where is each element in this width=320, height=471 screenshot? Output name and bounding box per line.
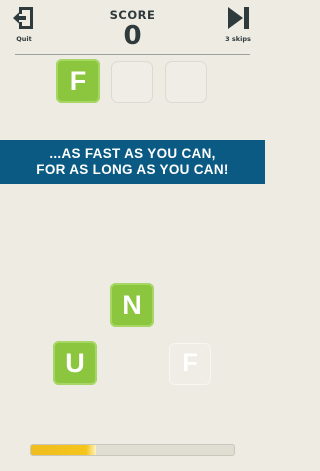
word-slot-empty[interactable] — [165, 61, 207, 103]
skip-button[interactable]: 3 skips — [219, 5, 257, 43]
banner-line-2: FOR AS LONG AS YOU CAN! — [36, 162, 229, 177]
timer-fill — [31, 445, 96, 455]
banner-line-1: ...AS FAST AS YOU CAN, — [49, 146, 216, 161]
instruction-banner: ...AS FAST AS YOU CAN, FOR AS LONG AS YO… — [0, 140, 265, 184]
letter-tile-used: F — [169, 343, 211, 385]
letter-tile[interactable]: U — [53, 341, 97, 385]
skips-label: 3 skips — [225, 35, 251, 43]
timer-bar — [30, 444, 235, 456]
word-slot-filled[interactable]: F — [56, 59, 100, 103]
word-slot-empty[interactable] — [111, 61, 153, 103]
skip-forward-icon — [228, 7, 249, 29]
top-bar: Quit SCORE 0 3 skips — [0, 0, 265, 68]
letter-tile[interactable]: N — [110, 283, 154, 327]
divider-dots — [126, 53, 140, 68]
